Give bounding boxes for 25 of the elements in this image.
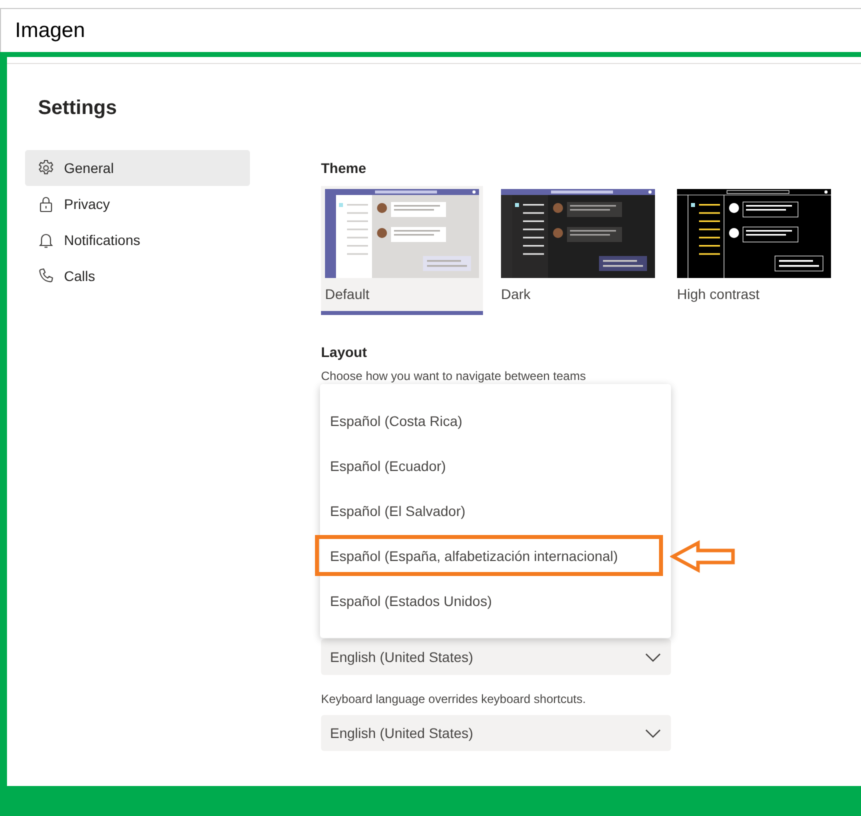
bell-icon — [37, 231, 55, 249]
theme-option[interactable]: Default — [321, 186, 483, 315]
arrow-left-icon — [670, 540, 736, 573]
dropdown-option[interactable]: Español (España, alfabetización internacional) — [320, 534, 618, 579]
chevron-down-icon — [645, 728, 661, 738]
section-heading: Layout — [321, 342, 368, 362]
settings-title: Settings — [38, 96, 117, 121]
dropdown-option[interactable]: Español (Ecuador) — [320, 444, 446, 489]
sidebar-item[interactable]: Notifications — [25, 222, 250, 258]
chevron-down-icon — [645, 652, 661, 662]
frame-title: Imagen — [15, 18, 86, 44]
lock-icon — [37, 195, 55, 213]
dropdown-option[interactable]: Español (Costa Rica) — [320, 399, 462, 444]
dropdown-option[interactable]: Español (Estados Unidos) — [320, 579, 492, 624]
dropdown-option[interactable]: Español (El Salvador) — [320, 489, 466, 534]
sidebar-item[interactable]: General — [25, 150, 250, 186]
keyboard-note: Keyboard language overrides keyboard shortcuts. — [321, 691, 586, 707]
language-select[interactable]: English (United States) — [321, 639, 671, 675]
language-select[interactable]: English (United States) — [321, 715, 671, 751]
sidebar-item[interactable]: Privacy — [25, 186, 250, 222]
layout-description: Choose how you want to navigate between teams — [321, 368, 586, 384]
sidebar-item[interactable]: Calls — [25, 258, 250, 294]
settings-icon — [37, 159, 55, 177]
phone-icon — [37, 267, 55, 285]
section-heading: Theme — [321, 158, 368, 178]
